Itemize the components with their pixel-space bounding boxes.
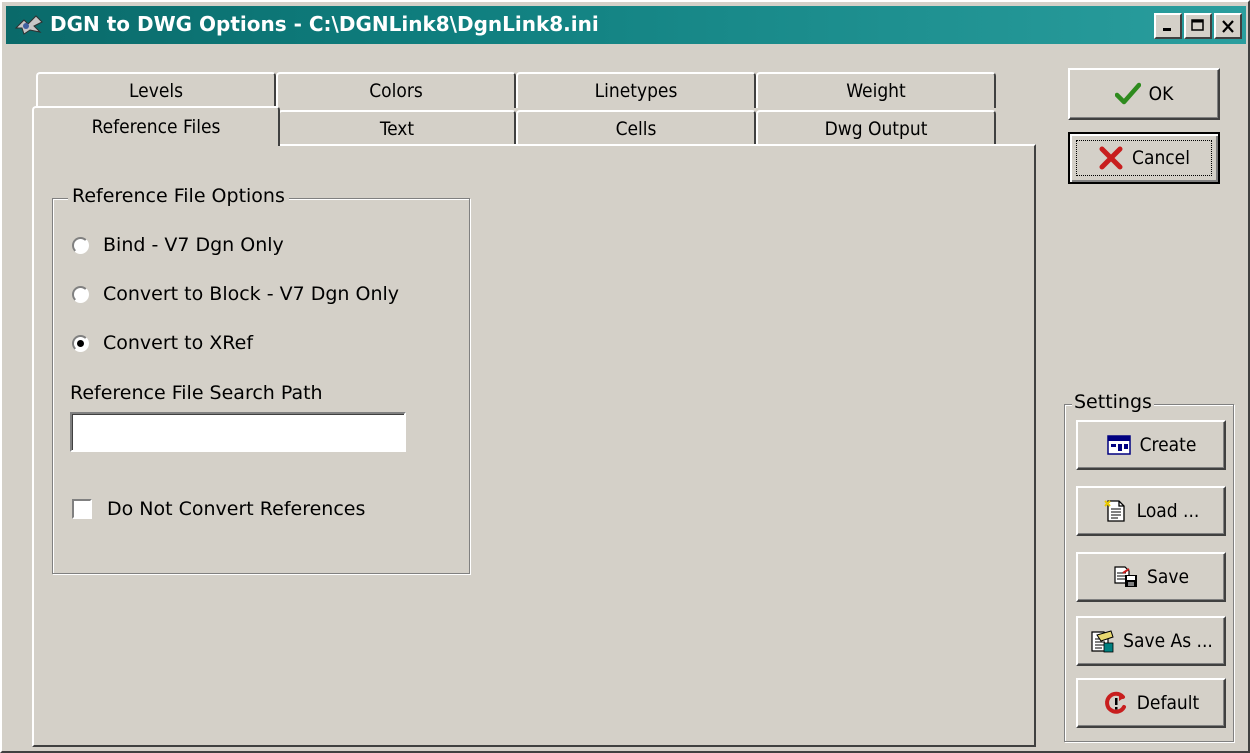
tab-dwg-output[interactable]: Dwg Output <box>756 110 996 146</box>
save-icon <box>1114 566 1138 587</box>
radio-button[interactable] <box>72 285 89 303</box>
tab-label: Reference Files <box>91 116 221 138</box>
tab-linetypes[interactable]: Linetypes <box>516 72 756 108</box>
tab-label: Text <box>379 118 415 140</box>
settings-label: Settings <box>1072 391 1154 413</box>
save-label: Save <box>1147 566 1189 588</box>
radio-bind[interactable]: Bind - V7 Dgn Only <box>72 234 284 256</box>
create-button[interactable]: Create <box>1076 420 1226 470</box>
load-button[interactable]: Load ... <box>1076 486 1226 536</box>
title-bar[interactable]: DGN to DWG Options - C:\DGNLink8\DgnLink… <box>6 6 1246 44</box>
tab-label: Colors <box>369 80 423 102</box>
radio-label: Convert to XRef <box>103 332 254 354</box>
ok-label: OK <box>1148 83 1174 105</box>
save-as-icon <box>1091 630 1114 653</box>
reset-icon <box>1104 691 1126 714</box>
checkbox[interactable] <box>72 499 92 519</box>
tab-label: Linetypes <box>594 80 678 102</box>
save-as-button[interactable]: Save As ... <box>1076 616 1226 666</box>
reference-files-panel: Reference File Options Bind - V7 Dgn Onl… <box>32 144 1036 747</box>
radio-button[interactable] <box>72 236 89 254</box>
save-button[interactable]: Save <box>1076 552 1226 602</box>
window-icon <box>1106 435 1131 455</box>
checkbox-label: Do Not Convert References <box>107 498 366 520</box>
minimize-button[interactable] <box>1154 13 1182 39</box>
tab-label: Weight <box>846 80 906 102</box>
create-label: Create <box>1139 434 1197 456</box>
options-dialog: DGN to DWG Options - C:\DGNLink8\DgnLink… <box>0 0 1250 753</box>
tab-weight[interactable]: Weight <box>756 72 996 108</box>
ok-button[interactable]: OK <box>1068 68 1220 120</box>
tab-reference-files[interactable]: Reference Files <box>32 106 280 146</box>
search-path-label: Reference File Search Path <box>70 382 323 404</box>
radio-label: Bind - V7 Dgn Only <box>103 234 284 256</box>
tab-label: Dwg Output <box>824 118 928 140</box>
checkbox-do-not-convert[interactable]: Do Not Convert References <box>72 498 365 520</box>
radio-convert-to-block[interactable]: Convert to Block - V7 Dgn Only <box>72 283 399 305</box>
radio-label: Convert to Block - V7 Dgn Only <box>103 283 400 305</box>
default-button[interactable]: Default <box>1076 678 1226 728</box>
load-label: Load ... <box>1136 500 1200 522</box>
tab-label: Cells <box>615 118 657 140</box>
minimize-icon <box>1163 28 1171 31</box>
checkmark-icon <box>1114 82 1141 105</box>
window-title: DGN to DWG Options - C:\DGNLink8\DgnLink… <box>50 12 599 36</box>
save-as-label: Save As ... <box>1123 630 1213 652</box>
focus-ring <box>1070 134 1218 182</box>
maximize-icon <box>1191 19 1204 31</box>
search-path-input[interactable] <box>70 412 406 452</box>
app-icon <box>14 15 43 35</box>
tab-levels[interactable]: Levels <box>36 72 276 108</box>
tab-cells[interactable]: Cells <box>516 110 756 146</box>
cancel-button[interactable]: Cancel <box>1068 132 1220 184</box>
radio-button[interactable] <box>72 334 89 352</box>
radio-convert-to-xref[interactable]: Convert to XRef <box>72 332 253 354</box>
close-button[interactable] <box>1214 13 1242 39</box>
maximize-button[interactable] <box>1184 13 1212 39</box>
tab-text[interactable]: Text <box>278 110 516 146</box>
default-label: Default <box>1136 692 1200 714</box>
load-file-icon <box>1103 500 1125 522</box>
tab-colors[interactable]: Colors <box>276 72 516 108</box>
group-label: Reference File Options <box>68 185 289 207</box>
close-icon <box>1222 19 1234 33</box>
tab-label: Levels <box>129 80 183 102</box>
